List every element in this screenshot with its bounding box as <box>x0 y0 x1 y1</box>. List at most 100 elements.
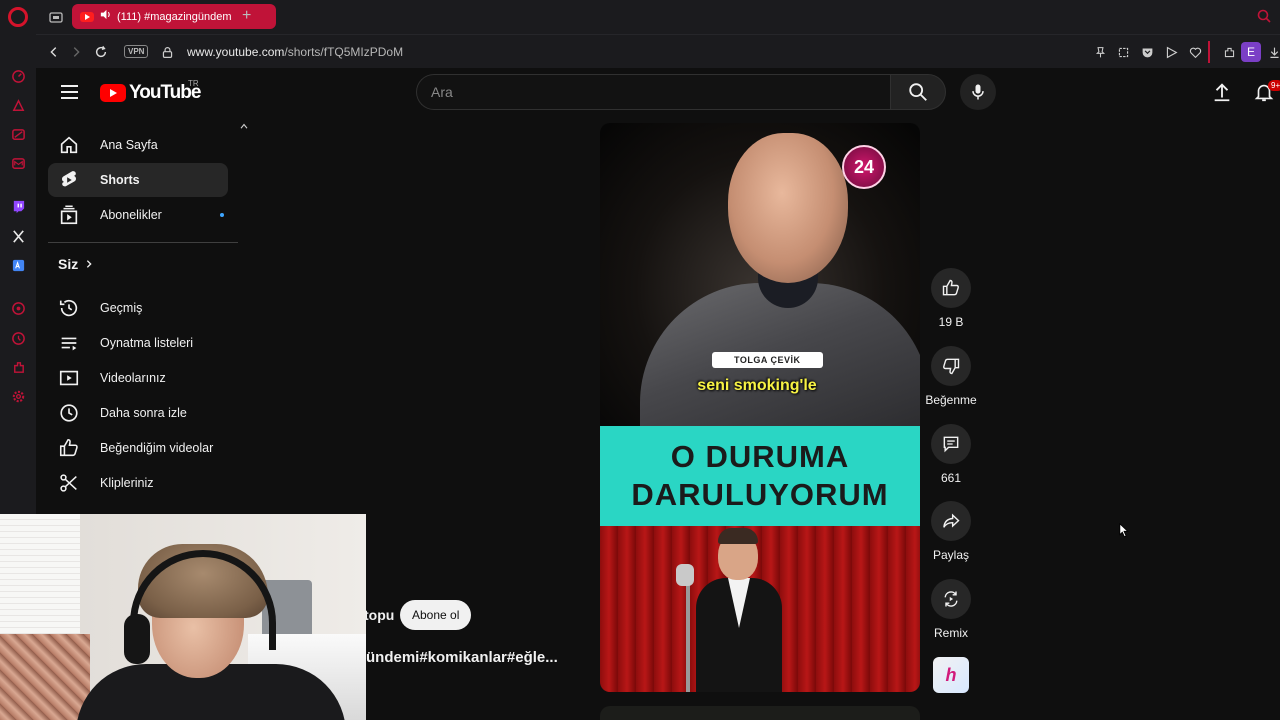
twitch-icon[interactable] <box>10 198 26 214</box>
your-videos-icon <box>57 366 81 390</box>
shorts-video-player[interactable]: 24 TOLGA ÇEVİK seni smoking'le O DURUMA … <box>600 123 920 692</box>
next-short-preview[interactable] <box>600 706 920 720</box>
extensions-icon[interactable] <box>1221 44 1237 60</box>
remix-button[interactable] <box>931 579 971 619</box>
voice-search-button[interactable] <box>960 74 996 110</box>
search-input[interactable] <box>431 84 871 100</box>
scroll-up-arrow-icon[interactable] <box>240 116 248 134</box>
play-extension-icon[interactable] <box>1163 44 1179 60</box>
player-icon[interactable] <box>10 300 26 316</box>
heart-icon[interactable] <box>1187 44 1203 60</box>
channel-badge-logo: 24 <box>842 145 886 189</box>
guide-item-home[interactable]: Ana Sayfa <box>48 128 228 162</box>
guide-item-shorts[interactable]: Shorts <box>48 163 228 197</box>
video-title-band: O DURUMA DARULUYORUM <box>600 426 920 526</box>
notification-badge: 9+ <box>1268 80 1280 91</box>
video-caption: seni smoking'le <box>697 377 817 394</box>
forward-icon[interactable] <box>68 44 84 60</box>
comment-count: 661 <box>940 471 962 485</box>
reload-icon[interactable] <box>93 44 109 60</box>
share-action: Paylaş <box>923 501 979 562</box>
dislike-label: Beğenme <box>925 393 977 407</box>
thumbs-up-icon <box>942 279 959 296</box>
dislike-action: Beğenme <box>923 346 979 407</box>
opera-logo-icon[interactable] <box>8 7 28 27</box>
search-box[interactable] <box>416 74 890 110</box>
x-twitter-icon[interactable] <box>10 228 26 244</box>
comments-button[interactable] <box>931 424 971 464</box>
speed-dial-icon[interactable] <box>10 68 26 84</box>
history-sidebar-icon[interactable] <box>10 330 26 346</box>
title-band-line-1: O DURUMA <box>670 439 850 474</box>
guide-item-your-videos[interactable]: Videolarınız <box>48 361 228 395</box>
guide-label: Ana Sayfa <box>100 138 158 152</box>
guide-item-subscriptions[interactable]: Abonelikler <box>48 198 228 232</box>
share-arrow-icon <box>943 513 960 528</box>
mouse-cursor-icon <box>1119 522 1129 543</box>
home-icon <box>57 133 81 157</box>
speaker-icon[interactable] <box>99 8 112 26</box>
translate-icon[interactable] <box>10 257 26 273</box>
guide-item-playlists[interactable]: Oynatma listeleri <box>48 326 228 360</box>
watch-later-icon <box>57 401 81 425</box>
profile-avatar[interactable]: E <box>1241 42 1261 62</box>
speaker-name-pill: TOLGA ÇEVİK <box>712 352 823 368</box>
like-action: 19 B <box>923 268 979 329</box>
extensions-sidebar-icon[interactable] <box>10 359 26 375</box>
back-icon[interactable] <box>46 44 62 60</box>
workspace-icon[interactable] <box>10 126 26 142</box>
remix-label: Remix <box>933 626 968 640</box>
share-label: Paylaş <box>932 548 970 562</box>
channel-name[interactable]: topu <box>364 607 394 623</box>
guide-label: Klipleriniz <box>100 476 154 490</box>
video-title[interactable]: ündemi#komikanlar#eğle... <box>366 649 558 666</box>
microphone-icon <box>972 84 984 100</box>
search-icon <box>909 83 927 101</box>
hamburger-menu-icon[interactable] <box>56 80 82 104</box>
playlists-icon <box>57 331 81 355</box>
guide-item-watch-later[interactable]: Daha sonra izle <box>48 396 228 430</box>
url-field[interactable]: www.youtube.com/shorts/fTQ5MIzPDoM <box>187 45 403 59</box>
youtube-play-icon <box>100 84 126 102</box>
url-host: www.youtube.com <box>187 45 285 59</box>
toolbar-divider <box>1208 41 1210 63</box>
guide-you-header[interactable]: Siz <box>58 256 94 272</box>
new-tab-button[interactable]: + <box>242 6 251 26</box>
guide-item-clips[interactable]: Klipleriniz <box>48 466 228 500</box>
guide-item-history[interactable]: Geçmiş <box>48 291 228 325</box>
address-bar: VPN www.youtube.com/shorts/fTQ5MIzPDoM E <box>36 34 1280 68</box>
remix-action: Remix <box>923 579 979 640</box>
like-button[interactable] <box>931 268 971 308</box>
headset-earcup <box>124 614 150 664</box>
webcam-overlay <box>0 514 366 720</box>
share-button[interactable] <box>931 501 971 541</box>
search-button[interactable] <box>890 74 946 110</box>
subscribe-button[interactable]: Abone ol <box>400 600 472 630</box>
snapshot-icon[interactable] <box>1115 44 1131 60</box>
video-upper-frame: 24 TOLGA ÇEVİK seni smoking'le <box>600 123 920 433</box>
lock-icon[interactable] <box>159 44 175 60</box>
pocket-icon[interactable] <box>1139 44 1155 60</box>
new-content-dot <box>220 213 224 217</box>
history-icon <box>57 296 81 320</box>
tab-islands-icon[interactable] <box>48 9 64 25</box>
aria-icon[interactable] <box>10 97 26 113</box>
you-label: Siz <box>58 256 79 272</box>
vpn-badge[interactable]: VPN <box>124 45 149 58</box>
guide-label: Daha sonra izle <box>100 406 187 420</box>
audio-sound-thumbnail-icon[interactable]: h <box>933 657 969 693</box>
guide-item-liked-videos[interactable]: Beğendiğim videolar <box>48 431 228 465</box>
dislike-button[interactable] <box>931 346 971 386</box>
search-tabs-icon[interactable] <box>1256 8 1272 29</box>
upload-button[interactable] <box>1210 80 1234 104</box>
webcam-pillow <box>0 634 90 720</box>
download-icon[interactable] <box>1266 44 1280 60</box>
gmail-icon[interactable] <box>10 155 26 171</box>
youtube-logo[interactable]: YouTube <box>100 82 201 104</box>
subscriptions-icon <box>57 203 81 227</box>
chevron-right-icon <box>87 260 92 268</box>
pin-icon[interactable] <box>1092 44 1108 60</box>
upload-icon <box>1214 83 1230 102</box>
guide-label: Videolarınız <box>100 371 166 385</box>
settings-icon[interactable] <box>10 388 26 404</box>
